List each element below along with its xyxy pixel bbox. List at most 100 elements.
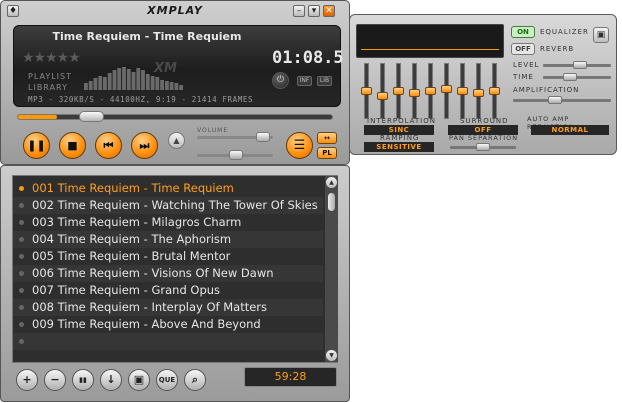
eq-band-knob[interactable] <box>409 89 420 97</box>
surround-label: SURROUND <box>460 117 509 125</box>
seek-bar[interactable] <box>17 111 333 122</box>
auto-amp-value[interactable]: NORMAL <box>531 125 609 135</box>
playlist-item[interactable]: 007 Time Requiem - Grand Opus <box>13 282 323 299</box>
track-display: Time Requiem - Time Requiem ★★★★★ 01:08.… <box>13 25 344 107</box>
eq-curve-line <box>361 49 499 50</box>
pl-button[interactable]: PL <box>317 147 337 159</box>
spectrum-bar <box>136 68 141 90</box>
playlist-scrollbar[interactable]: ▲ ▼ <box>325 176 338 362</box>
level-label: LEVEL <box>513 61 540 69</box>
eq-band-slider[interactable] <box>425 63 436 119</box>
track-bullet-icon <box>19 186 24 191</box>
eq-band-slider[interactable] <box>409 63 420 119</box>
reverb-label: REVERB <box>540 45 575 53</box>
add-button[interactable]: + <box>16 369 38 391</box>
amplification-slider[interactable] <box>513 99 611 102</box>
balance-thumb[interactable] <box>229 150 243 160</box>
eq-band-knob[interactable] <box>377 92 388 100</box>
track-bullet-icon <box>19 322 24 327</box>
eq-band-slider[interactable] <box>489 63 500 119</box>
move-down-button[interactable]: ↓ <box>100 369 122 391</box>
pause-button[interactable]: ❚❚ <box>23 132 50 159</box>
ramping-value[interactable]: SENSITIVE <box>364 142 434 152</box>
eq-band-slider[interactable] <box>361 63 372 119</box>
equalizer-label: EQUALIZER <box>540 28 589 36</box>
previous-button[interactable]: ⏮ <box>95 132 122 159</box>
equalizer-window: ON EQUALIZER OFF REVERB ▣ LEVEL TIME AMP… <box>349 14 617 155</box>
eq-band-knob[interactable] <box>393 87 404 95</box>
eq-band-knob[interactable] <box>441 85 452 93</box>
playlist-item[interactable]: 008 Time Requiem - Interplay Of Matters <box>13 299 323 316</box>
scroll-up-icon[interactable]: ▲ <box>326 177 337 188</box>
elapsed-time[interactable]: 01:08.5 <box>272 48 344 68</box>
time-thumb[interactable] <box>563 73 577 81</box>
playlist-link[interactable]: PLAYLIST <box>28 72 72 81</box>
playlist-item-label: 008 Time Requiem - Interplay Of Matters <box>32 300 268 314</box>
track-bullet-icon <box>19 203 24 208</box>
scroll-thumb[interactable] <box>328 193 335 211</box>
playlist-item[interactable]: 003 Time Requiem - Milagros Charm <box>13 214 323 231</box>
playlist-item[interactable]: 006 Time Requiem - Visions Of New Dawn <box>13 265 323 282</box>
eq-band-knob[interactable] <box>425 87 436 95</box>
queue-button[interactable]: QUE <box>156 369 178 391</box>
spectrum-bar <box>145 74 150 90</box>
track-bullet-icon <box>19 237 24 242</box>
spectrum-bar <box>150 76 155 90</box>
eject-button[interactable]: ▲ <box>168 132 185 149</box>
eq-band-knob[interactable] <box>457 87 468 95</box>
playlist-list[interactable]: 001 Time Requiem - Time Requiem 002 Time … <box>12 175 338 363</box>
title-bar[interactable]: ♦ XMPLAY – ▾ ✕ <box>4 3 346 20</box>
minimize-button[interactable]: – <box>293 5 305 17</box>
scroll-down-icon[interactable]: ▼ <box>326 350 337 361</box>
playlist-item[interactable]: 005 Time Requiem - Brutal Mentor <box>13 248 323 265</box>
library-icon[interactable]: LIB <box>317 76 332 86</box>
track-bullet-icon <box>19 288 24 293</box>
save-playlist-button[interactable]: ▣ <box>128 369 150 391</box>
volume-thumb[interactable] <box>256 132 270 142</box>
close-button[interactable]: ✕ <box>323 5 335 17</box>
eq-on-button[interactable]: ON <box>511 26 535 38</box>
spectrum-bar <box>93 78 98 90</box>
shade-button[interactable]: ▾ <box>308 5 320 17</box>
time-label: TIME <box>513 73 534 81</box>
eq-band-slider[interactable] <box>473 63 484 119</box>
eq-band-knob[interactable] <box>489 87 500 95</box>
amplification-thumb[interactable] <box>548 96 562 104</box>
playlist-item[interactable]: 004 Time Requiem - The Aphorism <box>13 231 323 248</box>
time-slider[interactable] <box>543 76 611 79</box>
spectrum-bar <box>165 81 169 90</box>
playlist-item-label: 006 Time Requiem - Visions Of New Dawn <box>32 266 274 280</box>
dsp-toggle-button[interactable]: ↔ <box>317 132 337 144</box>
eq-band-knob[interactable] <box>361 87 372 95</box>
playlist-item[interactable]: 001 Time Requiem - Time Requiem <box>13 180 323 197</box>
xm-logo: XM <box>154 61 177 76</box>
spectrum-bar <box>84 83 88 90</box>
power-knob-icon[interactable]: ⏻ <box>272 72 289 89</box>
track-bullet-icon <box>19 339 24 344</box>
spectrum-bar <box>174 83 179 90</box>
eq-band-knob[interactable] <box>473 89 484 97</box>
stop-button[interactable]: ■ <box>59 132 86 159</box>
sort-button[interactable]: ▮▮ <box>72 369 94 391</box>
reverb-off-button[interactable]: OFF <box>511 43 535 55</box>
player-window: ♦ XMPLAY – ▾ ✕ Time Requiem - Time Requi… <box>0 0 350 165</box>
playlist-item[interactable] <box>13 333 323 350</box>
playlist-item[interactable]: 002 Time Requiem - Watching The Tower Of… <box>13 197 323 214</box>
playlist-toggle-button[interactable]: ☰ <box>286 132 313 159</box>
library-link[interactable]: LIBRARY <box>28 83 68 92</box>
save-icon[interactable]: ▣ <box>593 27 609 43</box>
next-button[interactable]: ⏭ <box>131 132 158 159</box>
rating-stars[interactable]: ★★★★★ <box>22 50 81 66</box>
search-button[interactable]: ⌕ <box>184 369 206 391</box>
pan-separation-thumb[interactable] <box>476 143 490 151</box>
seek-thumb[interactable] <box>79 111 104 122</box>
eq-band-slider[interactable] <box>457 63 468 119</box>
playlist-item[interactable]: 009 Time Requiem - Above And Beyond <box>13 316 323 333</box>
eq-band-slider[interactable] <box>393 63 404 119</box>
remove-button[interactable]: − <box>44 369 66 391</box>
eq-band-slider[interactable] <box>377 63 388 119</box>
info-icon[interactable]: INF <box>297 76 312 86</box>
level-thumb[interactable] <box>573 61 587 69</box>
playlist-item-label: 007 Time Requiem - Grand Opus <box>32 283 221 297</box>
eq-band-slider[interactable] <box>441 63 452 119</box>
